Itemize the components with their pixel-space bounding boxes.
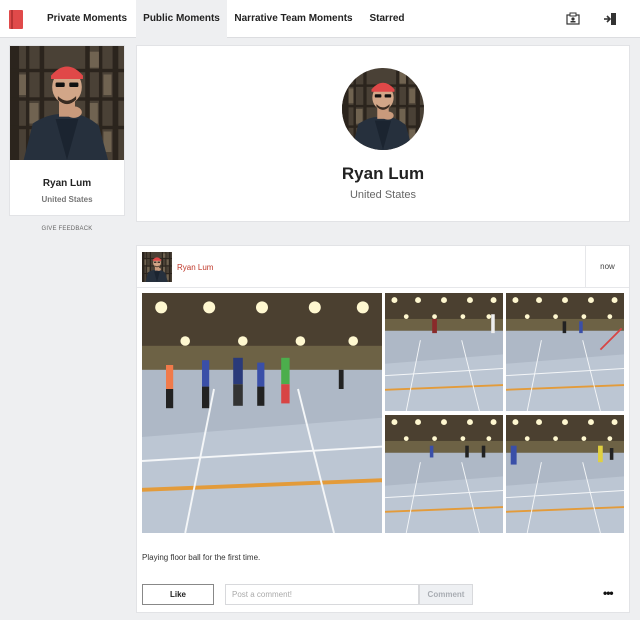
top-navbar: Private Moments Public Moments Narrative… [0,0,640,38]
post-timestamp: now [585,246,629,288]
moment-post-card: Ryan Lum now Playing floor ball for the … [136,245,630,613]
more-options-icon[interactable]: ••• [603,586,614,600]
tab-public-moments[interactable]: Public Moments [136,0,227,38]
profile-photo[interactable] [10,46,124,160]
logout-icon[interactable] [602,11,618,27]
give-feedback-link[interactable]: GIVE FEEDBACK [9,226,125,232]
tab-private-moments[interactable]: Private Moments [38,0,136,38]
like-button[interactable]: Like [142,584,214,605]
post-caption: Playing floor ball for the first time. [142,553,261,562]
post-photo-main[interactable] [142,293,382,533]
comment-input[interactable] [225,584,419,605]
profile-location: United States [349,189,417,201]
profile-header-card: Ryan Lum United States [136,45,630,222]
profile-avatar [342,68,424,150]
post-photo-2[interactable] [385,293,503,411]
comment-submit-button[interactable]: Comment [419,584,473,605]
post-photo-4[interactable] [385,415,503,533]
profile-sidebar-card: Ryan Lum United States [9,45,125,216]
post-author-avatar[interactable] [142,252,172,282]
sidebar-profile-name: Ryan Lum [42,178,92,189]
tab-narrative-team-moments[interactable]: Narrative Team Moments [227,0,360,38]
post-header: Ryan Lum now [137,246,629,288]
app-logo-icon[interactable] [9,10,23,29]
profile-name: Ryan Lum [341,164,425,183]
profile-card-icon[interactable] [565,11,581,27]
post-photo-3[interactable] [506,293,624,411]
tab-starred[interactable]: Starred [360,0,414,38]
sidebar-profile-location: United States [41,195,93,204]
post-photo-5[interactable] [506,415,624,533]
post-author-name[interactable]: Ryan Lum [177,263,213,272]
